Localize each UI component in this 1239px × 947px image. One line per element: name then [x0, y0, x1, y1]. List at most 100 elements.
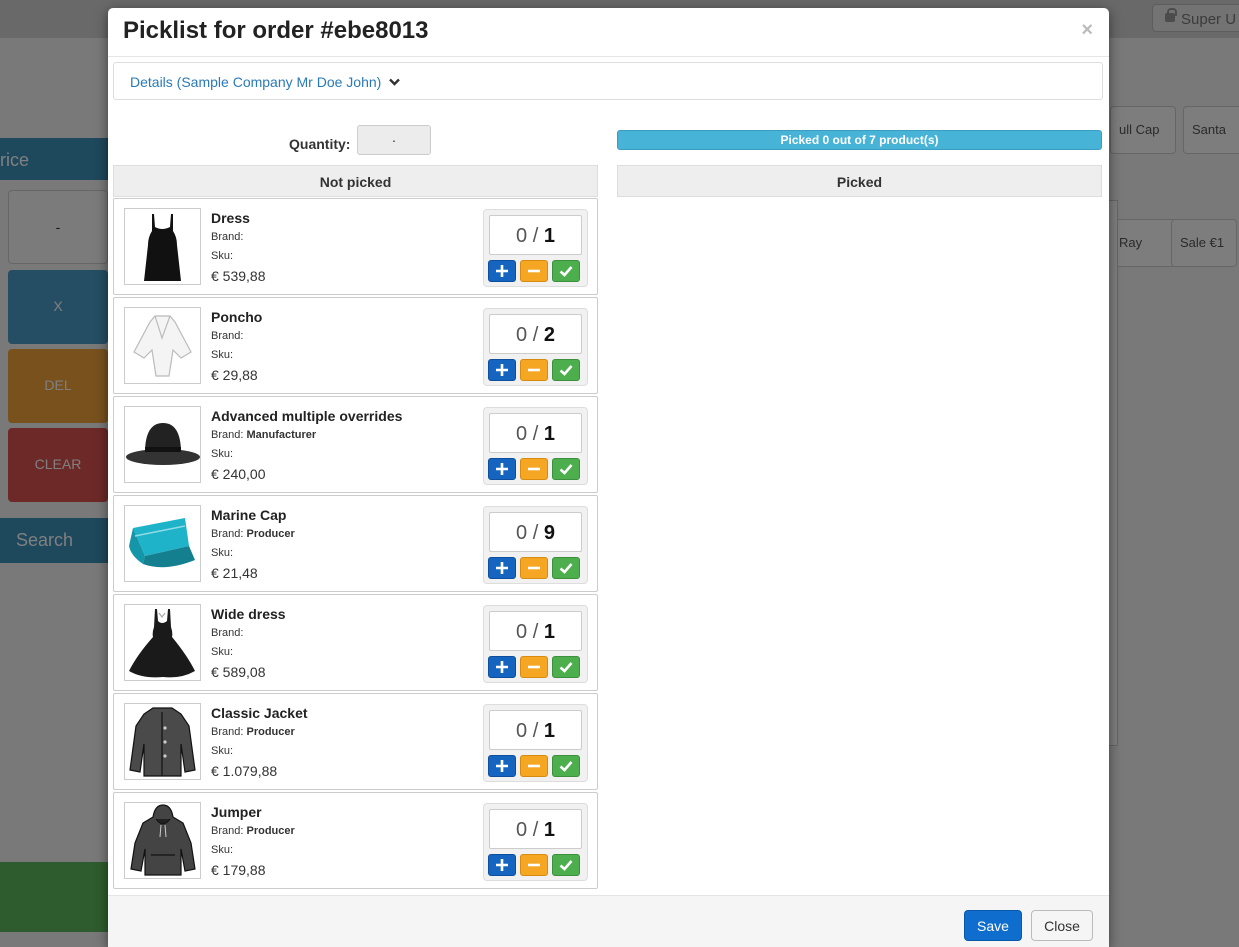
pick-counter: 0 / 1 — [483, 407, 588, 485]
plus-icon — [496, 265, 508, 277]
pick-all-button[interactable] — [552, 557, 580, 579]
decrement-button[interactable] — [520, 458, 548, 480]
item-name: Wide dress — [211, 606, 286, 622]
increment-button[interactable] — [488, 458, 516, 480]
pick-all-button[interactable] — [552, 359, 580, 381]
minus-icon — [528, 863, 540, 867]
pick-all-button[interactable] — [552, 755, 580, 777]
list-item: Poncho Brand: Sku: € 29,88 0 / 2 — [113, 297, 598, 394]
list-item: Wide dress Brand: Sku: € 589,08 0 / 1 — [113, 594, 598, 691]
pick-all-button[interactable] — [552, 854, 580, 876]
minus-icon — [528, 368, 540, 372]
check-icon — [559, 761, 573, 772]
not-picked-list: Dress Brand: Sku: € 539,88 0 / 1 Poncho … — [113, 198, 598, 891]
item-sku: Sku: — [211, 547, 234, 559]
item-brand: Brand: Producer — [211, 825, 295, 837]
decrement-button[interactable] — [520, 260, 548, 282]
item-sku: Sku: — [211, 745, 234, 757]
item-name: Dress — [211, 210, 250, 226]
chevron-down-icon — [389, 78, 401, 86]
item-price: € 539,88 — [211, 268, 266, 284]
item-brand: Brand: — [211, 627, 244, 639]
plus-icon — [496, 661, 508, 673]
pick-count: 0 / 1 — [489, 215, 582, 255]
item-price: € 1.079,88 — [211, 763, 278, 779]
picked-header: Picked — [617, 165, 1102, 197]
quantity-input[interactable] — [357, 125, 431, 155]
decrement-button[interactable] — [520, 755, 548, 777]
increment-button[interactable] — [488, 854, 516, 876]
list-item: Advanced multiple overrides Brand: Manuf… — [113, 396, 598, 493]
list-item: Classic Jacket Brand: Producer Sku: € 1.… — [113, 693, 598, 790]
plus-icon — [496, 562, 508, 574]
item-sku: Sku: — [211, 646, 234, 658]
item-name: Marine Cap — [211, 507, 287, 523]
item-sku: Sku: — [211, 250, 234, 262]
check-icon — [559, 662, 573, 673]
item-sku: Sku: — [211, 844, 234, 856]
item-brand: Brand: Manufacturer — [211, 429, 317, 441]
increment-button[interactable] — [488, 557, 516, 579]
modal-title: Picklist for order #ebe8013 — [123, 17, 429, 44]
decrement-button[interactable] — [520, 854, 548, 876]
pick-counter: 0 / 1 — [483, 605, 588, 683]
pick-count: 0 / 2 — [489, 314, 582, 354]
item-brand: Brand: — [211, 330, 244, 342]
pick-all-button[interactable] — [552, 458, 580, 480]
item-sku: Sku: — [211, 349, 234, 361]
plus-icon — [496, 859, 508, 871]
details-label: Details (Sample Company Mr Doe John) — [130, 74, 382, 90]
progress-text: Picked 0 out of 7 product(s) — [780, 133, 939, 147]
cap-icon — [124, 505, 201, 582]
check-icon — [559, 563, 573, 574]
details-panel: Details (Sample Company Mr Doe John) — [113, 62, 1103, 100]
modal-footer: Save Close — [108, 895, 1109, 947]
bowler-hat-icon — [124, 406, 201, 483]
details-toggle[interactable]: Details (Sample Company Mr Doe John) — [130, 74, 401, 90]
minus-icon — [528, 764, 540, 768]
pick-progress-bar: Picked 0 out of 7 product(s) — [617, 130, 1102, 150]
quantity-label: Quantity: — [289, 136, 351, 152]
save-button[interactable]: Save — [964, 910, 1022, 941]
picklist-modal: Picklist for order #ebe8013 × Details (S… — [108, 8, 1109, 947]
pick-count: 0 / 1 — [489, 809, 582, 849]
item-name: Advanced multiple overrides — [211, 408, 403, 424]
close-button[interactable]: Close — [1031, 910, 1093, 941]
decrement-button[interactable] — [520, 557, 548, 579]
pick-counter: 0 / 1 — [483, 209, 588, 287]
item-name: Poncho — [211, 309, 263, 325]
minus-icon — [528, 467, 540, 471]
minus-icon — [528, 566, 540, 570]
check-icon — [559, 266, 573, 277]
close-icon[interactable]: × — [1081, 19, 1093, 42]
not-picked-header: Not picked — [113, 165, 598, 197]
increment-button[interactable] — [488, 656, 516, 678]
item-price: € 21,48 — [211, 565, 258, 581]
plus-icon — [496, 364, 508, 376]
minus-icon — [528, 269, 540, 273]
decrement-button[interactable] — [520, 656, 548, 678]
wide-dress-icon — [124, 604, 201, 681]
list-item: Jumper Brand: Producer Sku: € 179,88 0 /… — [113, 792, 598, 889]
decrement-button[interactable] — [520, 359, 548, 381]
minus-icon — [528, 665, 540, 669]
pick-counter: 0 / 1 — [483, 704, 588, 782]
dress-icon — [124, 208, 201, 285]
modal-header: Picklist for order #ebe8013 × — [108, 8, 1109, 57]
plus-icon — [496, 760, 508, 772]
hoodie-icon — [124, 802, 201, 879]
increment-button[interactable] — [488, 359, 516, 381]
increment-button[interactable] — [488, 755, 516, 777]
jacket-icon — [124, 703, 201, 780]
pick-all-button[interactable] — [552, 260, 580, 282]
check-icon — [559, 860, 573, 871]
item-sku: Sku: — [211, 448, 234, 460]
item-brand: Brand: Producer — [211, 528, 295, 540]
increment-button[interactable] — [488, 260, 516, 282]
check-icon — [559, 365, 573, 376]
pick-count: 0 / 9 — [489, 512, 582, 552]
item-name: Classic Jacket — [211, 705, 308, 721]
pick-all-button[interactable] — [552, 656, 580, 678]
list-item: Marine Cap Brand: Producer Sku: € 21,48 … — [113, 495, 598, 592]
item-price: € 240,00 — [211, 466, 266, 482]
